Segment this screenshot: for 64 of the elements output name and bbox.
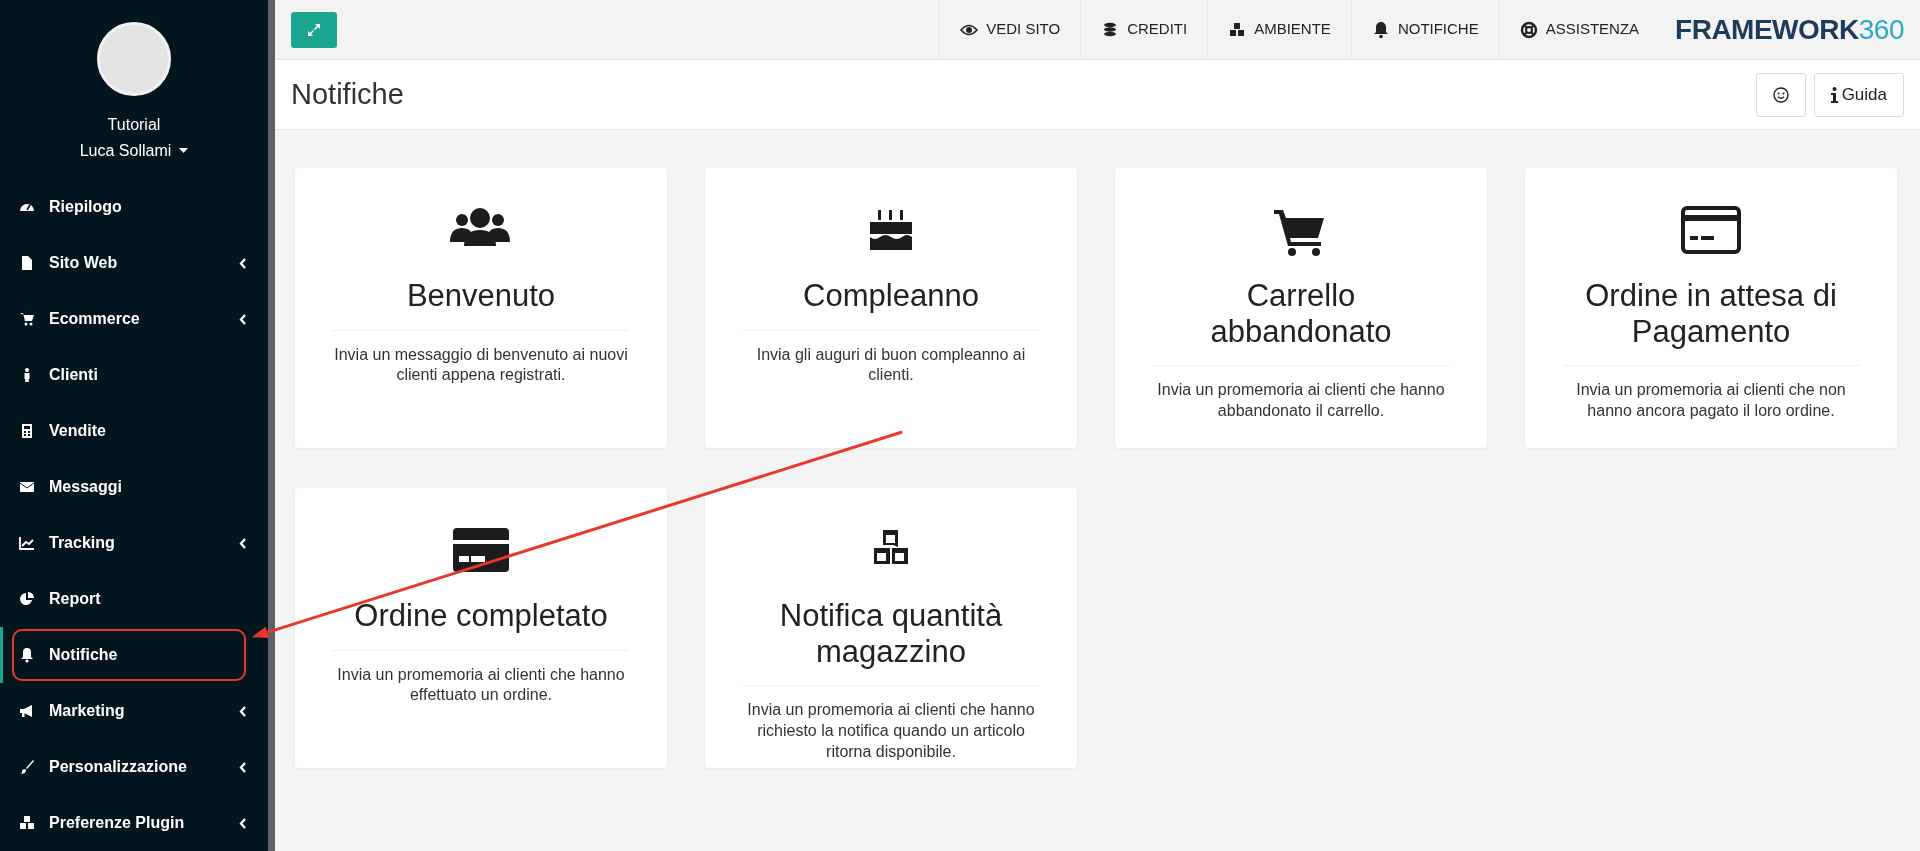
sidebar-item[interactable]: Preferenze Plugin bbox=[0, 795, 268, 851]
info-icon bbox=[1830, 86, 1838, 103]
notification-card[interactable]: Notifica quantità magazzino Invia un promemoria ai clienti che hanno richiesto la notifica quando un articolo ritorna disponibile. bbox=[705, 488, 1077, 768]
card-title: Ordine in attesa di Pagamento bbox=[1563, 278, 1859, 367]
credit-card-icon bbox=[1678, 206, 1744, 256]
nav-link[interactable]: AMBIENTE bbox=[1207, 0, 1351, 60]
help-button[interactable]: Guida bbox=[1813, 72, 1904, 117]
nav-link[interactable]: VEDI SITO bbox=[939, 0, 1081, 60]
pie-chart-icon bbox=[19, 591, 35, 608]
smiley-icon bbox=[1772, 87, 1789, 104]
feedback-button[interactable] bbox=[1755, 72, 1806, 117]
chevron-icon bbox=[239, 761, 246, 773]
card-description: Invia un promemoria ai clienti che hanno richiesto la notifica quando un articolo ritorna disponibile. bbox=[746, 700, 1036, 762]
cart-icon bbox=[19, 311, 35, 328]
sidebar-item[interactable]: Notifiche bbox=[0, 627, 268, 684]
notification-card[interactable]: Carrello abbandonato Invia un promemoria ai clienti che hanno abbandonato il carrello. bbox=[1115, 168, 1487, 448]
notification-card[interactable]: Compleanno Invia gli auguri di buon compleanno ai clienti. bbox=[705, 168, 1077, 448]
cubes-icon bbox=[19, 815, 35, 832]
notification-card[interactable]: Ordine completato Invia un promemoria ai clienti che hanno effettuato un ordine. bbox=[295, 488, 667, 768]
sidebar-item[interactable]: Ecommerce bbox=[0, 291, 268, 348]
sidebar-item[interactable]: Personalizzazione bbox=[0, 739, 268, 796]
card-description: Invia un promemoria ai clienti che hanno effettuato un ordine. bbox=[336, 664, 626, 706]
sidebar-item[interactable]: Marketing bbox=[0, 683, 268, 740]
card-description: Invia un promemoria ai clienti che non hanno ancora pagato il loro ordine. bbox=[1575, 380, 1847, 422]
nav-link[interactable]: CREDITI bbox=[1080, 0, 1208, 60]
card-description: Invia un promemoria ai clienti che hanno abbandonato il carrello. bbox=[1156, 380, 1446, 422]
sidebar-item[interactable]: Riepilogo bbox=[0, 179, 268, 236]
page-title: Notifiche bbox=[291, 77, 404, 112]
notification-card[interactable]: Benvenuto Invia un messaggio di benvenuto ai nuovi clienti appena registrati. bbox=[295, 168, 667, 448]
user-role: Tutorial bbox=[107, 115, 161, 135]
brush-icon bbox=[19, 759, 35, 776]
chevron-icon bbox=[239, 313, 246, 325]
chevron-icon bbox=[239, 817, 246, 829]
card-title: Compleanno bbox=[743, 278, 1039, 331]
card-description: Invia gli auguri di buon compleanno ai clienti. bbox=[755, 344, 1027, 386]
chevron-icon bbox=[239, 705, 246, 717]
card-title: Notifica quantità magazzino bbox=[743, 598, 1039, 687]
nav-link[interactable]: NOTIFICHE bbox=[1350, 0, 1499, 60]
sidebar-item[interactable]: Tracking bbox=[0, 515, 268, 572]
cubes-icon bbox=[1228, 20, 1247, 39]
sidebar-item[interactable]: Report bbox=[0, 571, 268, 628]
fullscreen-button[interactable] bbox=[291, 11, 337, 48]
sidebar-item[interactable]: Messaggi bbox=[0, 459, 268, 516]
lifebuoy-icon bbox=[1519, 20, 1538, 39]
line-chart-icon bbox=[19, 535, 35, 552]
user-menu[interactable]: Luca Sollami bbox=[79, 137, 189, 164]
caret-icon bbox=[179, 147, 189, 153]
document-icon bbox=[19, 255, 35, 272]
megaphone-icon bbox=[19, 703, 35, 720]
nav-link[interactable]: ASSISTENZA bbox=[1498, 0, 1660, 60]
card-title: Carrello abbandonato bbox=[1153, 278, 1449, 367]
chevron-icon bbox=[239, 257, 246, 269]
sidebar-item[interactable]: Sito Web bbox=[0, 235, 268, 292]
card-title: Ordine completato bbox=[333, 598, 629, 651]
sidebar-item[interactable]: Vendite bbox=[0, 403, 268, 460]
bell-icon bbox=[19, 647, 35, 664]
expand-icon bbox=[307, 22, 321, 37]
notification-card[interactable]: Ordine in attesa di Pagamento Invia un promemoria ai clienti che non hanno ancora pagato il loro ordine. bbox=[1525, 168, 1897, 448]
calculator-icon bbox=[19, 423, 35, 440]
sidebar-item[interactable]: Clienti bbox=[0, 347, 268, 404]
card-description: Invia un messaggio di benvenuto ai nuovi clienti appena registrati. bbox=[333, 344, 629, 386]
card-title: Benvenuto bbox=[333, 278, 629, 331]
chevron-icon bbox=[239, 537, 246, 549]
brand-logo: FRAMEWORK360 bbox=[1675, 12, 1904, 47]
